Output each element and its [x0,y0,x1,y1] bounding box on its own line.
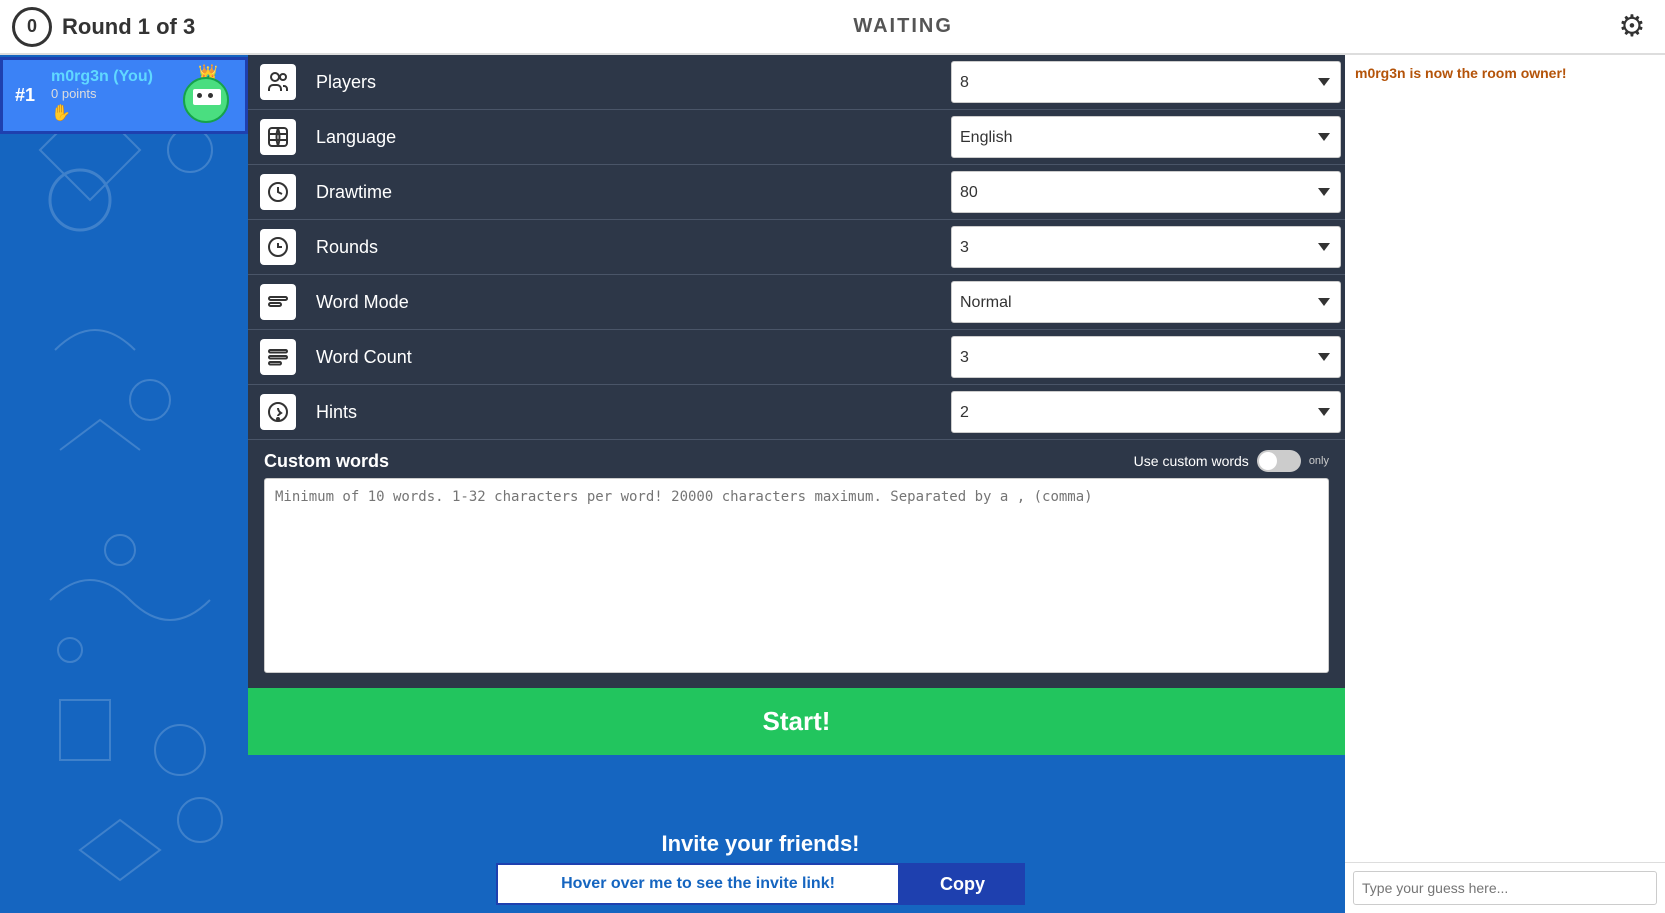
top-bar-left: 0 Round 1 of 3 [12,7,195,47]
setting-select-word-count[interactable]: 12345 [951,336,1341,378]
setting-icon-cell-rounds [248,221,308,273]
player-info: m0rg3n (You) 0 points ✋ [51,68,175,123]
setting-select-word-mode[interactable]: NormalHiddenCombination [951,281,1341,323]
setting-select-rounds[interactable]: 2345678910 [951,226,1341,268]
invite-section: Invite your friends! Hover over me to se… [496,823,1025,913]
setting-select-language[interactable]: EnglishGermanFrenchSpanish [951,116,1341,158]
invite-bar: Hover over me to see the invite link! Co… [496,863,1025,905]
setting-icon-cell-players [248,56,308,108]
setting-label-hints: Hints [308,402,951,423]
avatar-eyes [197,93,213,98]
waiting-label: WAITING [853,15,953,38]
setting-icon-cell-word-mode [248,276,308,328]
player-avatar [183,77,229,123]
player-avatar-container: 👑 [183,69,233,123]
chat-input[interactable] [1353,871,1657,905]
setting-select-players[interactable]: 24681012 [951,61,1341,103]
custom-words-section: Custom words Use custom words only [248,440,1345,688]
player-icon-row: ✋ [51,103,175,123]
setting-row-rounds: Rounds2345678910 [248,220,1345,275]
chat-input-area [1345,862,1665,913]
setting-icon-language [260,119,296,155]
setting-icon-word-mode [260,284,296,320]
start-button[interactable]: Start! [248,688,1345,755]
custom-words-textarea[interactable] [264,478,1329,673]
left-panel: #1 m0rg3n (You) 0 points ✋ 👑 [0,55,248,913]
copy-button[interactable]: Copy [900,863,1025,905]
player-card: #1 m0rg3n (You) 0 points ✋ 👑 [0,57,248,134]
custom-words-toggle[interactable] [1257,450,1301,472]
round-title: Round 1 of 3 [62,14,195,40]
setting-icon-cell-drawtime [248,166,308,218]
main-scroll: Players24681012LanguageEnglishGermanFren… [248,55,1345,913]
setting-label-rounds: Rounds [308,237,951,258]
chat-messages: m0rg3n is now the room owner! [1345,55,1665,862]
setting-row-word-count: Word Count12345 [248,330,1345,385]
setting-select-hints[interactable]: 0123 [951,391,1341,433]
setting-label-players: Players [308,72,951,93]
main-panel: Players24681012LanguageEnglishGermanFren… [248,55,1345,913]
setting-label-language: Language [308,127,951,148]
setting-row-hints: Hints0123 [248,385,1345,440]
setting-icon-hints [260,394,296,430]
settings-gear-button[interactable]: ⚙ [1611,6,1653,48]
invite-title: Invite your friends! [496,831,1025,857]
setting-icon-cell-hints [248,386,308,438]
custom-words-title: Custom words [264,451,389,472]
setting-icon-word-count [260,339,296,375]
setting-row-word-mode: Word ModeNormalHiddenCombination [248,275,1345,330]
round-badge: 0 [12,7,52,47]
avatar-eye-left [197,93,202,98]
gear-icon: ⚙ [1619,9,1646,44]
chat-system-message: m0rg3n is now the room owner! [1355,65,1655,81]
setting-icon-players [260,64,296,100]
setting-icon-cell-language [248,111,308,163]
setting-icon-drawtime [260,174,296,210]
player-name: m0rg3n (You) [51,68,175,86]
only-label: only [1309,455,1329,467]
custom-words-toggle-area: Use custom words only [1134,450,1329,472]
player-points: 0 points [51,86,175,101]
player-hand-icon: ✋ [51,105,71,122]
setting-icon-rounds [260,229,296,265]
setting-row-drawtime: Drawtime306080120180 [248,165,1345,220]
setting-row-players: Players24681012 [248,55,1345,110]
invite-link-box[interactable]: Hover over me to see the invite link! [496,863,900,905]
setting-icon-cell-word-count [248,331,308,383]
custom-words-header: Custom words Use custom words only [264,450,1329,472]
top-bar: 0 Round 1 of 3 WAITING ⚙ [0,0,1665,55]
round-badge-number: 0 [27,16,37,37]
setting-select-drawtime[interactable]: 306080120180 [951,171,1341,213]
setting-label-word-count: Word Count [308,347,951,368]
avatar-eye-right [208,93,213,98]
setting-label-drawtime: Drawtime [308,182,951,203]
player-rank: #1 [15,85,43,106]
custom-words-toggle-label: Use custom words [1134,453,1249,469]
right-panel: m0rg3n is now the room owner! [1345,55,1665,913]
setting-label-word-mode: Word Mode [308,292,951,313]
settings-table: Players24681012LanguageEnglishGermanFren… [248,55,1345,440]
setting-row-language: LanguageEnglishGermanFrenchSpanish [248,110,1345,165]
